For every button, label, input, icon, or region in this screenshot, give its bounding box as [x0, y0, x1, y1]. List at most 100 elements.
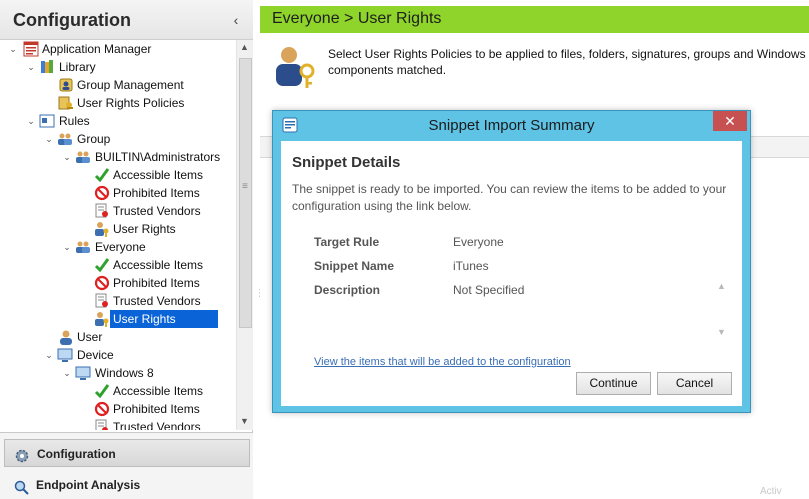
tree-item-label: BUILTIN\Administrators [95, 150, 221, 164]
tree-item-library[interactable]: ⌄ Library [26, 58, 233, 76]
tree-scrollbar[interactable]: ▲ ≡ ▼ [236, 40, 253, 430]
tree-item-device[interactable]: ⌄ Device [44, 346, 233, 364]
scroll-down-arrow-icon[interactable]: ▼ [240, 416, 249, 426]
tree-item-builtin-administrators[interactable]: ⌄ BUILTIN\Administrators [62, 148, 233, 166]
tree-item-accessible-items[interactable]: Accessible Items [94, 382, 233, 400]
collapse-panel-button[interactable]: ‹ [229, 12, 243, 28]
tree-item-trusted-vendors[interactable]: Trusted Vendors [94, 418, 233, 430]
scroll-up-arrow-icon[interactable]: ▲ [717, 281, 726, 291]
tree-item-accessible-items[interactable]: Accessible Items [94, 166, 233, 184]
expand-toggle-icon[interactable]: ⌄ [8, 40, 18, 58]
tree-item-label: Device [77, 348, 114, 362]
expand-toggle-icon[interactable]: ⌄ [26, 112, 36, 130]
section-configuration[interactable]: Configuration [4, 439, 250, 467]
user-rights-policies-icon [58, 95, 74, 111]
description-value: Not Specified [453, 283, 525, 297]
tree-item-label: Everyone [95, 240, 146, 254]
tree-item-user-rights-policies[interactable]: User Rights Policies [58, 94, 233, 112]
tree-item-trusted-vendors[interactable]: Trusted Vendors [94, 292, 233, 310]
tree-item-label: Trusted Vendors [113, 420, 201, 430]
tree-item-label: Prohibited Items [113, 186, 200, 200]
page-description: Select User Rights Policies to be applie… [328, 47, 806, 77]
prohibited-icon [94, 275, 110, 291]
section-label: Configuration [37, 447, 116, 461]
checkmark-icon [94, 383, 110, 399]
tree-item-user-rights[interactable]: User Rights [94, 220, 233, 238]
cancel-button[interactable]: Cancel [657, 372, 732, 395]
scroll-up-arrow-icon[interactable]: ▲ [240, 42, 249, 52]
dialog-intro-text: The snippet is ready to be imported. You… [292, 182, 727, 213]
checkmark-icon [94, 167, 110, 183]
continue-button[interactable]: Continue [576, 372, 651, 395]
expand-toggle-icon[interactable]: ⌄ [62, 148, 72, 166]
tree-item-label: Windows 8 [95, 366, 154, 380]
expand-toggle-icon[interactable]: ⌄ [62, 238, 72, 256]
description-scrollbar[interactable]: ▲ ▼ [717, 281, 727, 343]
tree-item-user-rights-selected[interactable]: User Rights [94, 310, 218, 328]
dialog-titlebar[interactable]: Snippet Import Summary ✕ [273, 111, 750, 139]
description-label: Description [314, 283, 381, 297]
page-title: Everyone > User Rights [272, 10, 442, 27]
tree-item-label: Accessible Items [113, 168, 204, 182]
device-icon [57, 347, 73, 363]
prohibited-icon [94, 401, 110, 417]
tree-item-prohibited-items[interactable]: Prohibited Items [94, 400, 233, 418]
certificate-icon [94, 419, 110, 430]
group-management-icon [58, 77, 74, 93]
dialog-heading: Snippet Details [292, 154, 401, 171]
tree-item-label: User Rights [113, 222, 176, 236]
tree-item-prohibited-items[interactable]: Prohibited Items [94, 184, 233, 202]
checkmark-icon [94, 257, 110, 273]
app-manager-icon [23, 41, 39, 57]
tree-item-everyone[interactable]: ⌄ Everyone [62, 238, 233, 256]
tree-item-accessible-items[interactable]: Accessible Items [94, 256, 233, 274]
tree-item-label: Library [59, 60, 96, 74]
tree-item-label: Group [77, 132, 111, 146]
snippet-name-value: iTunes [453, 259, 489, 273]
target-rule-label: Target Rule [314, 235, 380, 249]
navigation-title: Configuration [13, 10, 131, 30]
expand-toggle-icon[interactable]: ⌄ [26, 58, 36, 76]
dialog-title: Snippet Import Summary [428, 117, 595, 134]
expand-toggle-icon[interactable]: ⌄ [62, 364, 72, 382]
snippet-name-label: Snippet Name [314, 259, 395, 273]
device-icon [75, 365, 91, 381]
user-key-icon [94, 311, 110, 327]
tree-item-label: Accessible Items [113, 258, 204, 272]
scrollbar-thumb[interactable]: ≡ [239, 58, 252, 328]
tree-item-label: Prohibited Items [113, 276, 200, 290]
prohibited-icon [94, 185, 110, 201]
tree-item-label: User [77, 330, 103, 344]
library-icon [39, 59, 55, 75]
expand-toggle-icon[interactable]: ⌄ [44, 346, 54, 364]
scroll-down-arrow-icon[interactable]: ▼ [717, 327, 726, 337]
section-endpoint-analysis[interactable]: Endpoint Analysis [4, 471, 250, 499]
grip-icon: ≡ [242, 181, 248, 192]
tree-item-windows-8[interactable]: ⌄ Windows 8 [62, 364, 233, 382]
tree-item-group-management[interactable]: Group Management [58, 76, 233, 94]
tree-item-application-manager[interactable]: ⌄ Application Manager [8, 40, 233, 58]
tree-item-label: Prohibited Items [113, 402, 200, 416]
endpoint-analysis-icon [13, 477, 29, 495]
tree-item-user[interactable]: User [58, 328, 233, 346]
tree-item-trusted-vendors[interactable]: Trusted Vendors [94, 202, 233, 220]
rules-icon [39, 113, 55, 129]
tree-item-group[interactable]: ⌄ Group [44, 130, 233, 148]
user-rights-key-icon [273, 44, 319, 90]
group-icon [75, 149, 91, 165]
group-icon [75, 239, 91, 255]
certificate-icon [94, 203, 110, 219]
user-key-icon [94, 221, 110, 237]
snippet-import-dialog: Snippet Import Summary ✕ Snippet Details… [272, 110, 751, 413]
navigation-header: Configuration ‹ [0, 0, 253, 40]
expand-toggle-icon[interactable]: ⌄ [44, 130, 54, 148]
tree-item-label: Trusted Vendors [113, 204, 201, 218]
tree-item-label: Application Manager [42, 42, 152, 56]
gear-icon [14, 446, 30, 463]
watermark-text: Activ [760, 486, 782, 497]
view-items-link[interactable]: View the items that will be added to the… [314, 356, 571, 368]
tree-item-prohibited-items[interactable]: Prohibited Items [94, 274, 233, 292]
tree-item-rules[interactable]: ⌄ Rules [26, 112, 233, 130]
tree-item-label: User Rights Policies [77, 96, 185, 110]
close-button[interactable]: ✕ [713, 111, 747, 131]
